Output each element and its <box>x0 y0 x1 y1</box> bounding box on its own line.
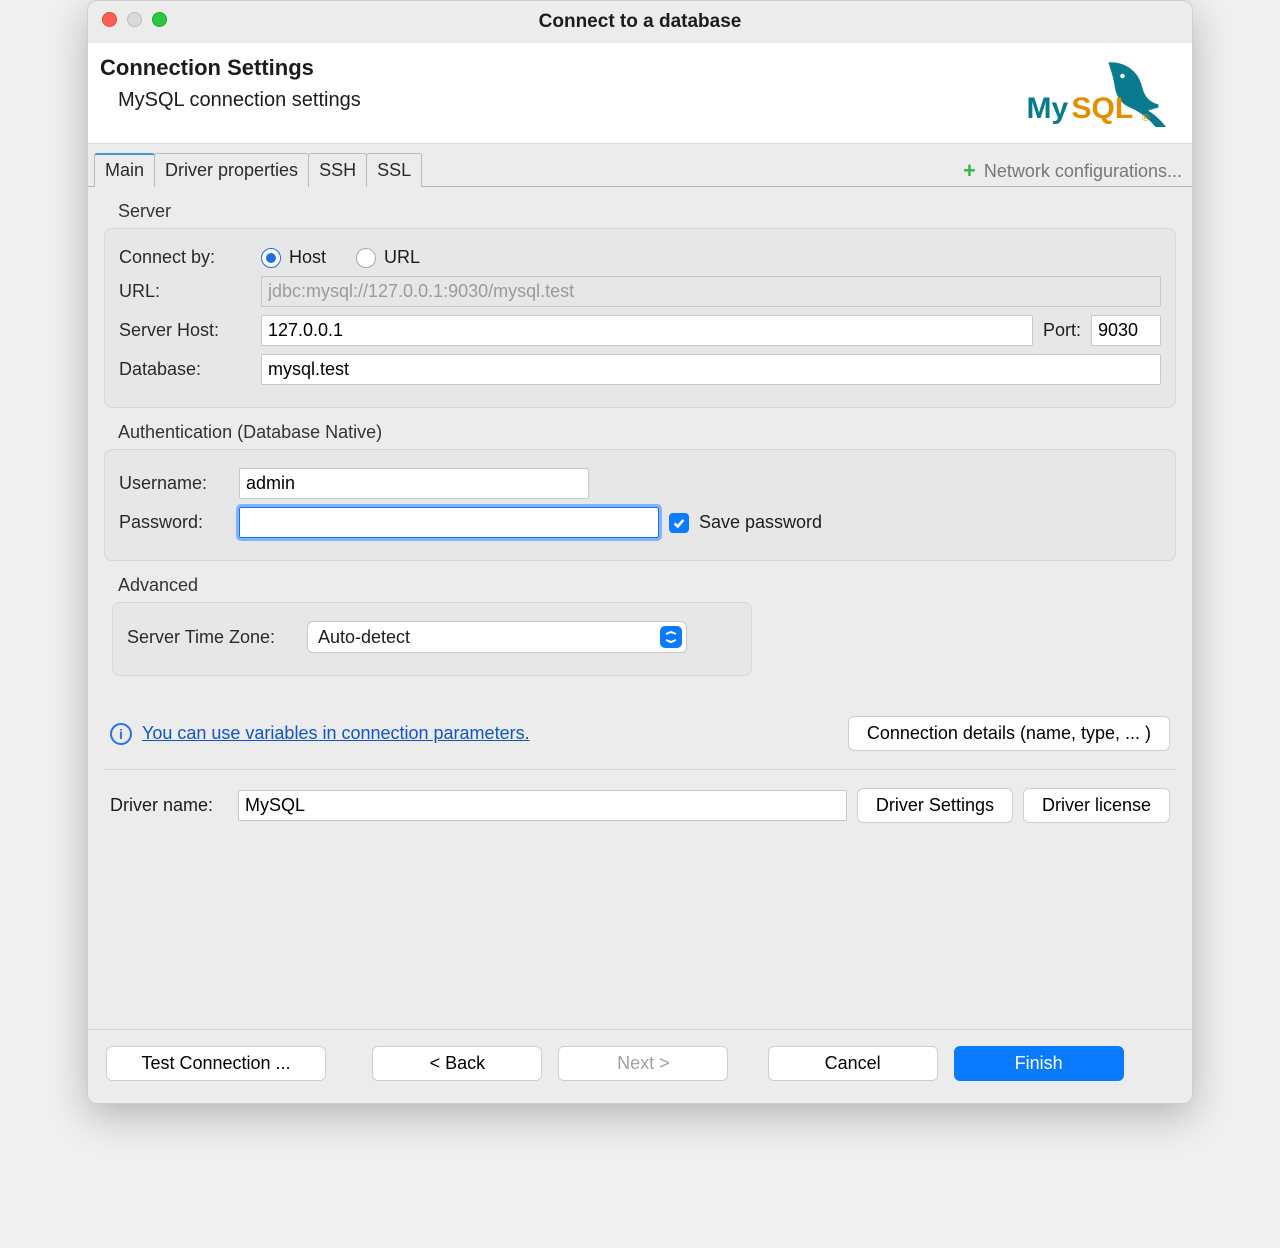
tz-value: Auto-detect <box>318 627 660 648</box>
variables-link[interactable]: You can use variables in connection para… <box>142 723 530 744</box>
url-label: URL: <box>119 281 251 302</box>
server-group-label: Server <box>118 201 1182 222</box>
port-label: Port: <box>1043 320 1081 341</box>
driver-name-field[interactable] <box>238 790 847 821</box>
password-field[interactable] <box>239 507 659 538</box>
auth-group: Username: Password: Save password <box>104 449 1176 561</box>
username-label: Username: <box>119 473 229 494</box>
svg-text:My: My <box>1027 92 1069 125</box>
tz-label: Server Time Zone: <box>127 627 297 648</box>
advanced-group-label: Advanced <box>118 575 1182 596</box>
tab-main[interactable]: Main <box>94 153 155 187</box>
port-field[interactable] <box>1091 315 1161 346</box>
radio-host[interactable]: Host <box>261 247 326 268</box>
password-label: Password: <box>119 512 229 533</box>
window-title: Connect to a database <box>539 11 742 33</box>
server-group: Connect by: Host URL URL: Server Host: P… <box>104 228 1176 408</box>
plus-icon: + <box>963 160 976 182</box>
host-field[interactable] <box>261 315 1033 346</box>
titlebar: Connect to a database <box>88 1 1192 43</box>
tab-bar: Main Driver properties SSH SSL + Network… <box>88 152 1192 187</box>
svg-text:SQL: SQL <box>1072 92 1134 125</box>
username-field[interactable] <box>239 468 589 499</box>
svg-text:®: ® <box>1142 112 1150 124</box>
driver-settings-button[interactable]: Driver Settings <box>857 788 1013 823</box>
close-icon[interactable] <box>102 12 117 27</box>
window-controls <box>102 12 167 27</box>
database-label: Database: <box>119 359 251 380</box>
mysql-logo: My SQL ® <box>1022 55 1172 133</box>
save-password-checkbox[interactable] <box>669 513 689 533</box>
advanced-group: Server Time Zone: Auto-detect <box>112 602 752 676</box>
connection-details-button[interactable]: Connection details (name, type, ... ) <box>848 716 1170 751</box>
url-field <box>261 276 1161 307</box>
next-button: Next > <box>558 1046 728 1081</box>
tab-ssl[interactable]: SSL <box>366 153 422 187</box>
page-subtitle: MySQL connection settings <box>118 89 361 112</box>
database-field[interactable] <box>261 354 1161 385</box>
tz-select[interactable]: Auto-detect <box>307 621 687 653</box>
main-panel: Server Connect by: Host URL URL: Server … <box>88 187 1192 1029</box>
save-password-label: Save password <box>699 512 822 533</box>
network-configurations-label: Network configurations... <box>984 161 1182 182</box>
footer: Test Connection ... < Back Next > Cancel… <box>88 1029 1192 1103</box>
header: Connection Settings MySQL connection set… <box>88 43 1192 144</box>
tab-driver-properties[interactable]: Driver properties <box>154 153 309 187</box>
back-button[interactable]: < Back <box>372 1046 542 1081</box>
chevron-down-icon <box>660 626 682 648</box>
finish-button[interactable]: Finish <box>954 1046 1124 1081</box>
driver-name-label: Driver name: <box>110 795 228 816</box>
test-connection-button[interactable]: Test Connection ... <box>106 1046 326 1081</box>
auth-group-label: Authentication (Database Native) <box>118 422 1182 443</box>
minimize-icon[interactable] <box>127 12 142 27</box>
radio-icon <box>356 248 376 268</box>
page-title: Connection Settings <box>100 55 361 81</box>
cancel-button[interactable]: Cancel <box>768 1046 938 1081</box>
radio-icon <box>261 248 281 268</box>
network-configurations-button[interactable]: + Network configurations... <box>963 160 1182 186</box>
radio-url[interactable]: URL <box>356 247 420 268</box>
zoom-icon[interactable] <box>152 12 167 27</box>
info-icon: i <box>110 723 132 745</box>
tab-ssh[interactable]: SSH <box>308 153 367 187</box>
host-label: Server Host: <box>119 320 251 341</box>
dialog-window: Connect to a database Connection Setting… <box>87 0 1193 1104</box>
driver-license-button[interactable]: Driver license <box>1023 788 1170 823</box>
connect-by-label: Connect by: <box>119 247 251 268</box>
